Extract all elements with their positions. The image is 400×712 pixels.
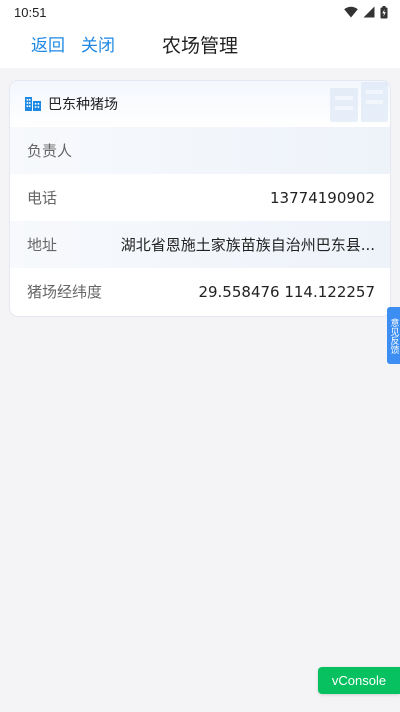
address-label: 地址	[27, 236, 58, 254]
nav-bar: 返回 关闭 农场管理	[0, 24, 400, 68]
system-icons	[344, 5, 388, 19]
farm-name: 巴东种猪场	[48, 97, 118, 113]
card-header: 巴东种猪场	[10, 81, 390, 127]
manager-label: 负责人	[27, 142, 73, 160]
info-row-coordinates: 猪场经纬度 29.558476 114.122257	[10, 268, 390, 315]
wifi-icon	[344, 6, 358, 18]
feedback-tab[interactable]: 意见反馈	[387, 307, 400, 364]
back-button[interactable]: 返回	[31, 24, 65, 68]
info-row-phone: 电话 13774190902	[10, 174, 390, 221]
phone-label: 电话	[27, 189, 58, 207]
signal-icon	[363, 6, 375, 18]
page-title: 农场管理	[162, 35, 239, 57]
phone-value: 13774190902	[270, 188, 375, 207]
close-button[interactable]: 关闭	[81, 24, 115, 68]
status-bar: 10:51	[0, 0, 400, 24]
vconsole-button[interactable]: vConsole	[318, 667, 400, 694]
battery-icon	[380, 5, 388, 18]
farm-info-card: 巴东种猪场 负责人 电话 13774190902 地址 湖北省恩施土家族苗族自治…	[9, 80, 391, 317]
info-row-manager: 负责人	[10, 127, 390, 174]
address-value: 湖北省恩施土家族苗族自治州巴东县...	[120, 236, 375, 254]
coordinates-label: 猪场经纬度	[27, 283, 103, 301]
coordinates-value: 29.558476 114.122257	[198, 282, 375, 301]
building-watermark-icon	[330, 82, 388, 122]
info-row-address: 地址 湖北省恩施土家族苗族自治州巴东县...	[10, 221, 390, 268]
building-icon	[25, 97, 41, 111]
status-time: 10:51	[14, 4, 47, 20]
